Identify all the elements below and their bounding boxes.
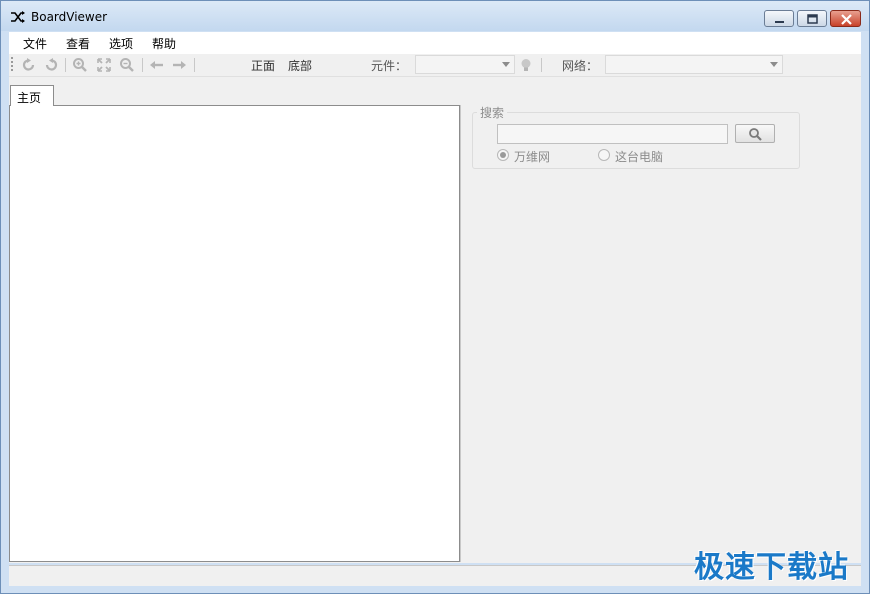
tab-home-label: 主页: [17, 91, 42, 105]
radio-this-pc-label[interactable]: 这台电脑: [615, 148, 663, 165]
app-window: BoardViewer 文件 查看 选项 帮助 正面 底部 元件： 网络： 主页…: [0, 0, 870, 594]
arrow-left-icon[interactable]: [149, 57, 165, 73]
shuffle-icon: [11, 11, 25, 23]
front-button[interactable]: 正面: [251, 57, 275, 74]
search-input[interactable]: [497, 124, 728, 144]
maximize-button[interactable]: [797, 10, 827, 27]
menu-help[interactable]: 帮助: [152, 35, 176, 52]
menu-bar: 文件 查看 选项 帮助: [9, 32, 861, 54]
component-combobox[interactable]: [415, 55, 515, 74]
close-icon: [841, 14, 852, 25]
toolbar: 正面 底部 元件： 网络：: [9, 54, 861, 77]
watermark-logo: 极速下载站: [694, 550, 849, 585]
toolbar-separator: [541, 58, 542, 72]
menu-options[interactable]: 选项: [109, 35, 133, 52]
client-area: 主页 搜索 万维网 这台电脑: [9, 77, 861, 563]
chevron-down-icon: [770, 62, 778, 67]
search-icon: [749, 128, 762, 141]
zoom-out-icon[interactable]: [119, 57, 135, 73]
toolbar-separator: [194, 58, 195, 72]
search-group-title: 搜索: [477, 104, 508, 121]
component-label: 元件：: [371, 59, 408, 73]
net-label: 网络：: [562, 59, 599, 73]
zoom-in-icon[interactable]: [72, 57, 88, 73]
maximize-icon: [807, 14, 818, 24]
chevron-down-icon: [502, 62, 510, 67]
fit-icon[interactable]: [96, 57, 112, 73]
search-button[interactable]: [735, 124, 775, 143]
search-pane: [460, 105, 861, 562]
title-bar[interactable]: BoardViewer: [1, 1, 869, 31]
rotate-left-icon[interactable]: [21, 57, 37, 73]
close-button[interactable]: [830, 10, 861, 27]
toolbar-separator: [65, 58, 66, 72]
minimize-button[interactable]: [764, 10, 794, 27]
toolbar-separator: [142, 58, 143, 72]
minimize-icon: [775, 21, 784, 23]
menu-view[interactable]: 查看: [66, 35, 90, 52]
tab-home[interactable]: 主页: [10, 85, 54, 106]
lightbulb-icon[interactable]: [518, 57, 534, 73]
radio-web-label[interactable]: 万维网: [514, 148, 550, 165]
rotate-right-icon[interactable]: [43, 57, 59, 73]
net-combobox[interactable]: [605, 55, 783, 74]
toolbar-grip[interactable]: [11, 57, 13, 73]
radio-this-pc[interactable]: [598, 149, 610, 161]
menu-file[interactable]: 文件: [23, 35, 47, 52]
window-title: BoardViewer: [31, 10, 108, 24]
bottom-button[interactable]: 底部: [288, 57, 312, 74]
home-canvas[interactable]: [9, 105, 460, 562]
arrow-right-icon[interactable]: [171, 57, 187, 73]
radio-web[interactable]: [497, 149, 509, 161]
